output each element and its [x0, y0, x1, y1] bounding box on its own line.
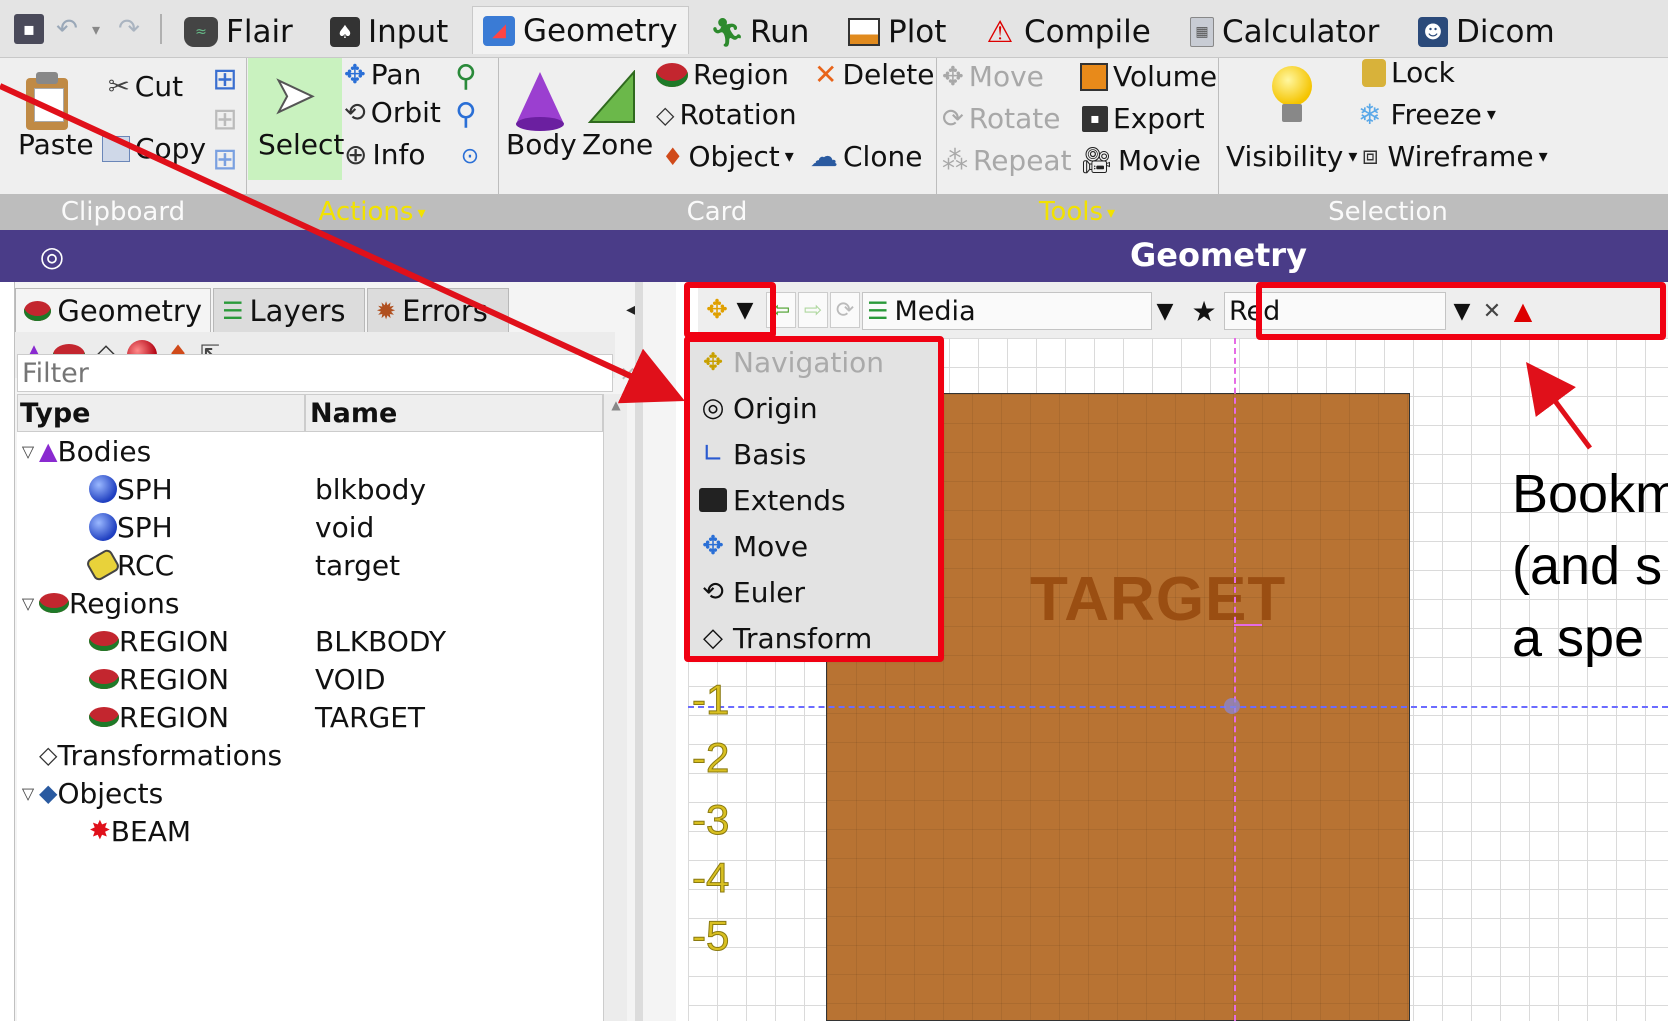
- annotation-arrows: [0, 83, 1593, 450]
- annotation-text: Bookm (and s a spe: [1512, 458, 1668, 674]
- annotation-line: a spe: [1512, 608, 1645, 668]
- annotation-line: Bookm: [1512, 464, 1668, 524]
- arrow-to-bookmark-bar: [1526, 361, 1593, 450]
- annotation-line: (and s: [1512, 536, 1663, 596]
- arrow-to-navigation-menu: [0, 83, 685, 404]
